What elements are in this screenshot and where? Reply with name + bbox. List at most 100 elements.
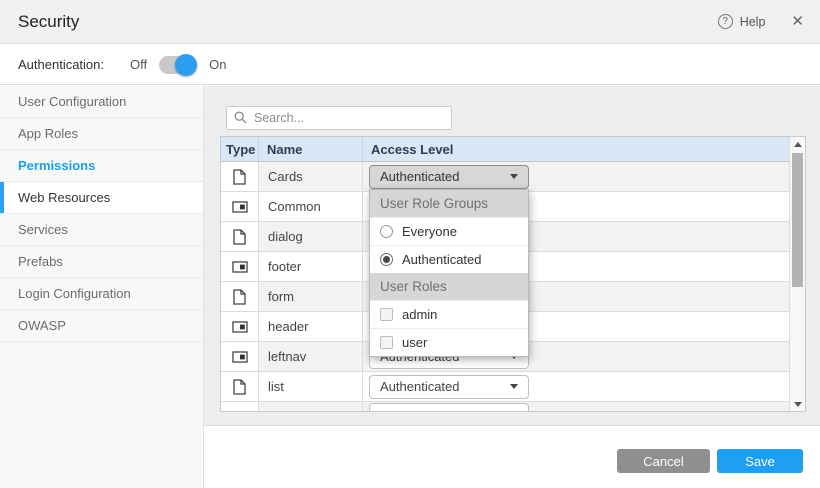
toggle-knob — [175, 54, 197, 76]
name-cell: list — [259, 372, 363, 401]
sidebar-item-app-roles[interactable]: App Roles — [0, 118, 203, 150]
name-cell: leftnav — [259, 342, 363, 371]
column-header-type: Type — [221, 137, 259, 161]
name-cell: Cards — [259, 162, 363, 191]
name-cell: form — [259, 282, 363, 311]
access-level-dropdown[interactable]: Authenticated — [369, 165, 529, 189]
checkbox-unchecked-icon[interactable] — [380, 308, 393, 321]
sidebar-item-web-resources[interactable]: Web Resources — [0, 182, 203, 214]
sidebar-item-label: Web Resources — [18, 190, 110, 205]
type-cell — [221, 372, 259, 401]
dropdown-value: Authenticated — [380, 169, 460, 184]
name-cell: footer — [259, 252, 363, 281]
help-button[interactable]: ? Help — [718, 14, 766, 29]
sidebar-item-label: App Roles — [18, 126, 78, 141]
chevron-down-icon — [510, 174, 518, 179]
dropdown-option-admin[interactable]: admin — [370, 300, 528, 328]
page-icon — [233, 289, 246, 305]
type-cell — [221, 192, 259, 221]
search-box — [226, 106, 452, 130]
close-icon[interactable]: ✕ — [791, 14, 804, 29]
partial-icon — [232, 321, 248, 333]
page-title: Security — [18, 12, 79, 32]
type-cell — [221, 252, 259, 281]
option-label: Everyone — [402, 224, 457, 239]
table-scrollbar[interactable] — [789, 137, 805, 411]
footer-bar: Cancel Save — [204, 426, 820, 488]
triangle-up-icon — [794, 142, 802, 147]
window-titlebar: Security ? Help ✕ — [0, 0, 820, 44]
type-cell — [221, 312, 259, 341]
triangle-down-icon — [794, 402, 802, 407]
type-cell — [221, 162, 259, 191]
search-icon — [234, 111, 247, 124]
access-cell — [363, 402, 789, 411]
authentication-label: Authentication: — [18, 57, 104, 72]
authentication-toggle[interactable] — [159, 56, 195, 74]
name-cell: Common — [259, 192, 363, 221]
name-cell: header — [259, 312, 363, 341]
partial-icon — [232, 201, 248, 213]
dropdown-group-header: User Role Groups — [370, 190, 528, 217]
sidebar-item-label: OWASP — [18, 318, 66, 333]
dropdown-option-authenticated[interactable]: Authenticated — [370, 245, 528, 273]
dropdown-option-user[interactable]: user — [370, 328, 528, 356]
access-cell: Authenticated — [363, 372, 789, 401]
sidebar-item-user-configuration[interactable]: User Configuration — [0, 86, 203, 118]
access-level-dropdown[interactable] — [369, 403, 529, 411]
partial-icon — [232, 261, 248, 273]
page-icon — [233, 229, 246, 245]
sidebar-item-owasp[interactable]: OWASP — [0, 310, 203, 342]
cancel-button[interactable]: Cancel — [617, 449, 710, 473]
dropdown-value: Authenticated — [380, 379, 460, 394]
authentication-bar: Authentication: Off On — [0, 45, 820, 85]
sidebar-item-login-configuration[interactable]: Login Configuration — [0, 278, 203, 310]
radio-unchecked-icon[interactable] — [380, 225, 393, 238]
sidebar-item-label: Permissions — [18, 158, 95, 173]
dropdown-group-header: User Roles — [370, 273, 528, 300]
option-label: Authenticated — [402, 252, 482, 267]
type-cell — [221, 282, 259, 311]
partial-icon — [232, 351, 248, 363]
dropdown-option-everyone[interactable]: Everyone — [370, 217, 528, 245]
scroll-down-arrow[interactable] — [790, 397, 806, 411]
access-level-dropdown-panel: User Role Groups Everyone Authenticated … — [369, 189, 529, 357]
sidebar-item-permissions[interactable]: Permissions — [0, 150, 203, 182]
toggle-off-label: Off — [130, 57, 147, 72]
save-button[interactable]: Save — [717, 449, 803, 473]
scroll-up-arrow[interactable] — [790, 137, 806, 151]
sidebar-item-label: Services — [18, 222, 68, 237]
sidebar-item-prefabs[interactable]: Prefabs — [0, 246, 203, 278]
table-row: Cards Authenticated — [221, 162, 789, 192]
main-panel: Type Name Access Level Cards Authenticat… — [204, 86, 820, 488]
sidebar-item-label: User Configuration — [18, 94, 126, 109]
name-cell — [259, 402, 363, 411]
table-header-row: Type Name Access Level — [221, 137, 789, 162]
sidebar-item-services[interactable]: Services — [0, 214, 203, 246]
radio-checked-icon[interactable] — [380, 253, 393, 266]
column-header-name: Name — [259, 137, 363, 161]
toggle-on-label: On — [209, 57, 226, 72]
option-label: user — [402, 335, 427, 350]
type-cell — [221, 222, 259, 251]
name-cell: dialog — [259, 222, 363, 251]
sidebar-item-label: Prefabs — [18, 254, 63, 269]
option-label: admin — [402, 307, 437, 322]
sidebar: User Configuration App Roles Permissions… — [0, 86, 204, 488]
access-level-dropdown[interactable]: Authenticated — [369, 375, 529, 399]
help-icon: ? — [718, 14, 733, 29]
search-input[interactable] — [226, 106, 452, 130]
sidebar-item-label: Login Configuration — [18, 286, 131, 301]
type-cell — [221, 402, 259, 411]
table-row-partial — [221, 402, 789, 411]
chevron-down-icon — [510, 384, 518, 389]
type-cell — [221, 342, 259, 371]
access-cell: Authenticated — [363, 162, 789, 191]
page-icon — [233, 379, 246, 395]
table-row: list Authenticated — [221, 372, 789, 402]
checkbox-unchecked-icon[interactable] — [380, 336, 393, 349]
scrollbar-thumb[interactable] — [792, 153, 803, 287]
help-label: Help — [740, 15, 766, 29]
column-header-access-level: Access Level — [363, 137, 789, 161]
page-icon — [233, 169, 246, 185]
